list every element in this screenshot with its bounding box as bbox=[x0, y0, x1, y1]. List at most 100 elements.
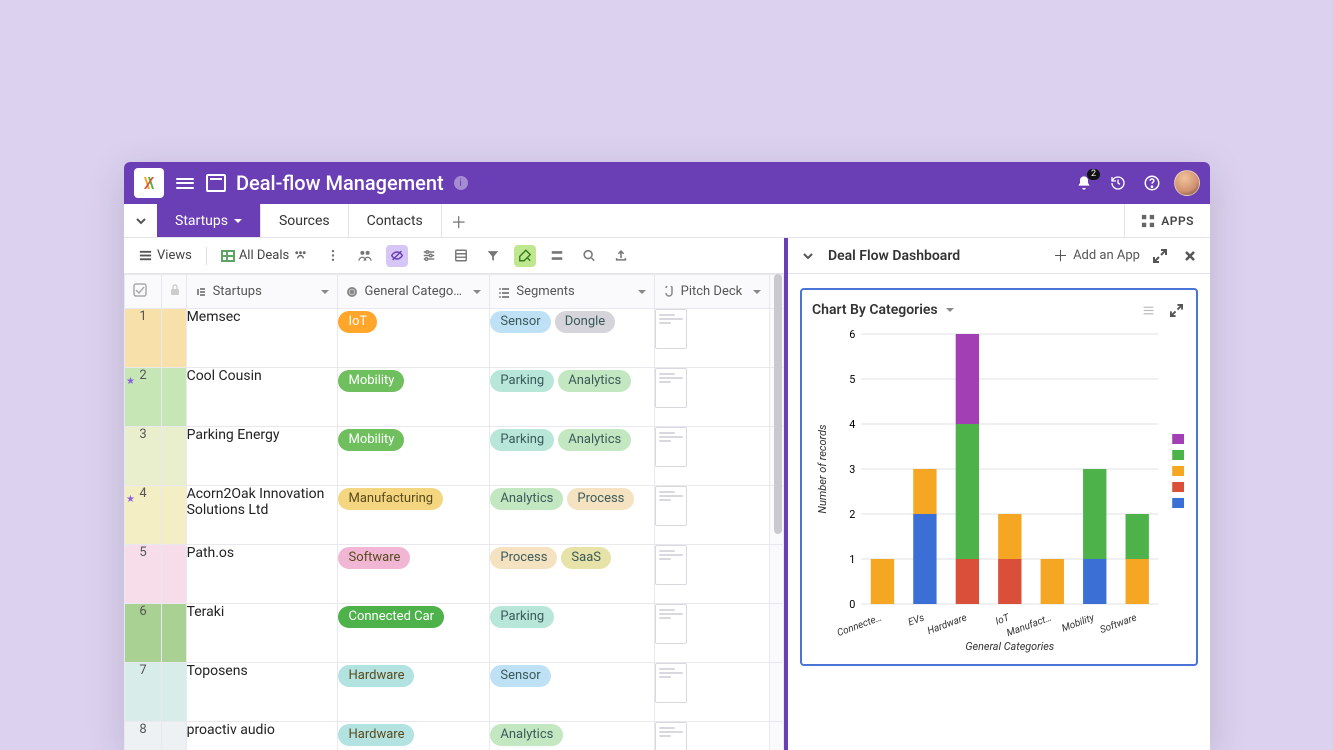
history-icon[interactable] bbox=[1106, 171, 1130, 195]
cell-name[interactable]: Acorn2Oak Innovation Solutions Ltd bbox=[186, 486, 338, 545]
color-button[interactable] bbox=[514, 245, 536, 267]
pdf-thumb-icon[interactable] bbox=[655, 309, 687, 349]
dashboard-collapse-icon[interactable] bbox=[798, 246, 818, 266]
svg-text:1: 1 bbox=[849, 553, 855, 566]
table-pane: Views All Deals bbox=[124, 238, 784, 750]
view-picker[interactable]: All Deals bbox=[217, 246, 312, 265]
pdf-thumb-icon[interactable] bbox=[655, 368, 687, 408]
data-grid: Startups General Catego… Segments Pitch … bbox=[124, 274, 784, 750]
svg-text:4: 4 bbox=[849, 418, 855, 431]
pdf-thumb-icon[interactable] bbox=[655, 427, 687, 467]
table-row[interactable]: 6 Teraki Connected Car Parking bbox=[125, 604, 784, 663]
svg-text:0: 0 bbox=[849, 598, 855, 611]
more-icon[interactable] bbox=[322, 245, 344, 267]
sheet-scroll[interactable]: Startups General Catego… Segments Pitch … bbox=[124, 274, 784, 750]
table-icon[interactable] bbox=[206, 174, 226, 192]
titlebar: Deal-flow Management i 2 bbox=[124, 162, 1210, 204]
menu-icon[interactable] bbox=[174, 172, 196, 194]
notifications-button[interactable]: 2 bbox=[1072, 171, 1096, 195]
cell-pitch[interactable] bbox=[654, 368, 769, 427]
tab-startups[interactable]: Startups bbox=[157, 204, 261, 237]
svg-text:3: 3 bbox=[849, 463, 855, 476]
cell-segments[interactable]: Analytics bbox=[490, 722, 654, 750]
row-height-icon[interactable] bbox=[546, 245, 568, 267]
table-row[interactable]: 1 Memsec IoT SensorDongle bbox=[125, 309, 784, 368]
checkbox-header[interactable] bbox=[125, 275, 162, 309]
chart-expand-icon[interactable] bbox=[1166, 300, 1186, 320]
cell-category[interactable]: Software bbox=[338, 545, 490, 604]
cell-segments[interactable]: Parking bbox=[490, 604, 654, 663]
pdf-thumb-icon[interactable] bbox=[655, 486, 687, 526]
views-button[interactable]: Views bbox=[134, 246, 196, 265]
share-users-icon[interactable] bbox=[354, 245, 376, 267]
cell-name[interactable]: Parking Energy bbox=[186, 427, 338, 486]
cell-category[interactable]: Manufacturing bbox=[338, 486, 490, 545]
cell-segments[interactable]: SensorDongle bbox=[490, 309, 654, 368]
pdf-thumb-icon[interactable] bbox=[655, 545, 687, 585]
cell-category[interactable]: Hardware bbox=[338, 663, 490, 722]
cell-name[interactable]: proactiv audio bbox=[186, 722, 338, 750]
apps-button[interactable]: APPS bbox=[1124, 204, 1210, 237]
table-row[interactable]: 7 Toposens Hardware Sensor bbox=[125, 663, 784, 722]
pdf-thumb-icon[interactable] bbox=[655, 722, 687, 750]
close-icon[interactable] bbox=[1180, 246, 1200, 266]
expand-icon[interactable] bbox=[1150, 246, 1170, 266]
search-icon[interactable] bbox=[578, 245, 600, 267]
splitter-handle[interactable]: ⋮ bbox=[779, 487, 789, 501]
cell-category[interactable]: IoT bbox=[338, 309, 490, 368]
cell-pitch[interactable] bbox=[654, 722, 769, 750]
tabs-bar: StartupsSourcesContacts ＋ APPS bbox=[124, 204, 1210, 238]
cell-pitch[interactable] bbox=[654, 427, 769, 486]
tabs-collapse-button[interactable] bbox=[124, 204, 158, 237]
cell-segments[interactable]: ParkingAnalytics bbox=[490, 368, 654, 427]
cell-category[interactable]: Connected Car bbox=[338, 604, 490, 663]
table-row[interactable]: 3 Parking Energy Mobility ParkingAnalyti… bbox=[125, 427, 784, 486]
table-row[interactable]: 8 proactiv audio Hardware Analytics bbox=[125, 722, 784, 750]
cell-segments[interactable]: AnalyticsProcess bbox=[490, 486, 654, 545]
col-startups[interactable]: Startups bbox=[186, 275, 338, 309]
chart-title-dropdown[interactable] bbox=[946, 308, 954, 312]
help-icon[interactable] bbox=[1140, 171, 1164, 195]
export-icon[interactable] bbox=[610, 245, 632, 267]
table-row[interactable]: ★2 Cool Cousin Mobility ParkingAnalytics bbox=[125, 368, 784, 427]
cell-name[interactable]: Path.os bbox=[186, 545, 338, 604]
info-icon[interactable]: i bbox=[454, 176, 468, 190]
cell-name[interactable]: Teraki bbox=[186, 604, 338, 663]
cell-segments[interactable]: ParkingAnalytics bbox=[490, 427, 654, 486]
filter-settings-icon[interactable] bbox=[418, 245, 440, 267]
cell-name[interactable]: Cool Cousin bbox=[186, 368, 338, 427]
col-pitch[interactable]: Pitch Deck bbox=[654, 275, 769, 309]
app-window: Deal-flow Management i 2 StartupsSources… bbox=[124, 162, 1210, 750]
svg-text:Software: Software bbox=[1099, 612, 1139, 636]
cell-pitch[interactable] bbox=[654, 486, 769, 545]
add-app-button[interactable]: ＋ Add an App bbox=[1053, 245, 1140, 266]
grid-header: Startups General Catego… Segments Pitch … bbox=[125, 275, 784, 309]
dashboard-title: Deal Flow Dashboard bbox=[828, 248, 960, 264]
table-row[interactable]: 5 Path.os Software ProcessSaaS bbox=[125, 545, 784, 604]
cell-name[interactable]: Toposens bbox=[186, 663, 338, 722]
avatar[interactable] bbox=[1174, 170, 1200, 196]
col-segments[interactable]: Segments bbox=[490, 275, 654, 309]
col-category[interactable]: General Catego… bbox=[338, 275, 490, 309]
cell-name[interactable]: Memsec bbox=[186, 309, 338, 368]
cell-category[interactable]: Hardware bbox=[338, 722, 490, 750]
table-row[interactable]: ★4 Acorn2Oak Innovation Solutions Ltd Ma… bbox=[125, 486, 784, 545]
cell-segments[interactable]: ProcessSaaS bbox=[490, 545, 654, 604]
cell-pitch[interactable] bbox=[654, 545, 769, 604]
cell-pitch[interactable] bbox=[654, 604, 769, 663]
cell-pitch[interactable] bbox=[654, 309, 769, 368]
pdf-thumb-icon[interactable] bbox=[655, 663, 687, 703]
group-icon[interactable] bbox=[450, 245, 472, 267]
chart-settings-icon[interactable] bbox=[1138, 300, 1158, 320]
brand-logo[interactable] bbox=[134, 168, 164, 198]
filter-icon[interactable] bbox=[482, 245, 504, 267]
cell-category[interactable]: Mobility bbox=[338, 368, 490, 427]
tab-contacts[interactable]: Contacts bbox=[349, 204, 442, 237]
tab-sources[interactable]: Sources bbox=[261, 204, 349, 237]
add-tab-button[interactable]: ＋ bbox=[442, 204, 476, 237]
cell-category[interactable]: Mobility bbox=[338, 427, 490, 486]
pdf-thumb-icon[interactable] bbox=[655, 604, 687, 644]
cell-pitch[interactable] bbox=[654, 663, 769, 722]
hide-fields-button[interactable] bbox=[386, 245, 408, 267]
cell-segments[interactable]: Sensor bbox=[490, 663, 654, 722]
